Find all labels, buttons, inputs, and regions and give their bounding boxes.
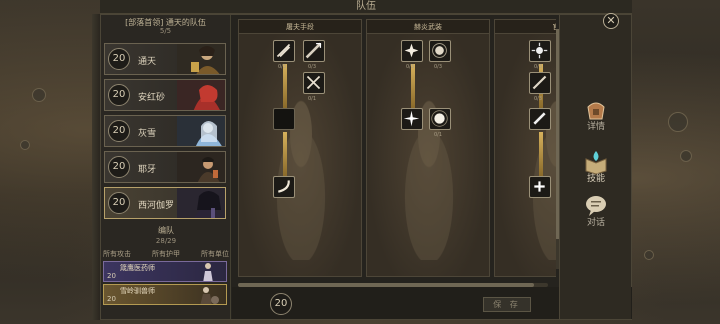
filter-unit[interactable]: 所有单位 bbox=[201, 249, 229, 259]
side-menu: 详情 技能 对话 bbox=[559, 15, 631, 319]
side-tab-skills[interactable]: 技能 bbox=[560, 149, 632, 191]
skill-points: 0/3 bbox=[434, 64, 443, 70]
hero-name: 灰雪 bbox=[138, 129, 157, 139]
skill-points: 0/3 bbox=[278, 64, 287, 70]
strike-icon[interactable]: 0/3 bbox=[529, 72, 551, 102]
team-sidebar: [部落首领] 通天的队伍 5/5 20 通天 20 安红砂 20 灰雪 20 耶… bbox=[101, 15, 231, 319]
skill-column-title: 官 bbox=[495, 20, 556, 34]
team-panel: [部落首领] 通天的队伍 5/5 20 通天 20 安红砂 20 灰雪 20 耶… bbox=[100, 14, 632, 320]
column-backdrop bbox=[515, 80, 556, 260]
blade-icon[interactable] bbox=[529, 108, 551, 130]
hero-card-xihejialuo[interactable]: 20 西河伽罗 bbox=[104, 187, 226, 219]
skill-points: 0/1 bbox=[434, 132, 443, 138]
window-title: 队伍 bbox=[100, 0, 632, 14]
roster-title: 编队 bbox=[158, 226, 174, 235]
hero-portrait bbox=[177, 152, 225, 182]
locked-slot-icon[interactable] bbox=[273, 108, 295, 130]
hero-portrait bbox=[177, 80, 225, 110]
spear-thrust-icon[interactable]: 0/3 bbox=[303, 40, 325, 70]
unit-figure bbox=[200, 287, 219, 304]
side-tab-dialogue[interactable]: 对话 bbox=[560, 193, 632, 235]
roster-count: 28/29 bbox=[155, 237, 177, 245]
skill-points: 0/1 bbox=[308, 96, 317, 102]
hero-level-badge: 20 bbox=[108, 192, 130, 214]
skill-column-title: 屠夫手段 bbox=[239, 20, 361, 34]
save-button[interactable]: 保 存 bbox=[483, 297, 531, 312]
column-backdrop bbox=[387, 80, 471, 260]
skill-points: 0/3 bbox=[406, 64, 415, 70]
filter-attack[interactable]: 所有攻击 bbox=[103, 249, 131, 259]
filter-armor[interactable]: 所有护甲 bbox=[152, 249, 180, 259]
hero-portrait bbox=[177, 188, 225, 218]
team-header: [部落首领] 通天的队伍 5/5 bbox=[101, 15, 230, 39]
hero-level-badge: 20 bbox=[108, 48, 130, 70]
hero-card-huixue[interactable]: 20 灰雪 bbox=[104, 115, 226, 147]
radiant-icon[interactable]: 0/3 bbox=[529, 40, 551, 70]
skill-tree-area: 屠夫手段 0/3 0/3 0/1 赫炎武装 0/3 0/3 0/1 0/3 0/… bbox=[238, 19, 556, 279]
glowing-orb-icon[interactable]: 0/1 bbox=[429, 108, 451, 138]
skill-column-title: 赫炎武装 bbox=[367, 20, 489, 34]
unit-name: 箴鹰医药师 bbox=[120, 264, 155, 272]
hero-name: 耶牙 bbox=[138, 165, 157, 175]
roster-unit-healer[interactable]: 箴鹰医药师 20 bbox=[103, 261, 227, 282]
hero-name: 安红砂 bbox=[138, 93, 166, 103]
plus-burst-icon[interactable] bbox=[529, 176, 551, 198]
fire-spark-icon[interactable]: 0/3 bbox=[429, 40, 451, 70]
skill-points: 0/3 bbox=[534, 96, 543, 102]
skill-link bbox=[411, 64, 415, 108]
skill-link bbox=[283, 64, 287, 108]
hero-card-anhongsha[interactable]: 20 安红砂 bbox=[104, 79, 226, 111]
skill-column-third: 官 0/3 0/3 bbox=[494, 19, 556, 277]
side-tab-label: 详情 bbox=[586, 122, 605, 132]
hero-name: 西河伽罗 bbox=[138, 201, 175, 211]
skill-points: 0/3 bbox=[534, 64, 543, 70]
close-button[interactable]: ✕ bbox=[603, 13, 619, 29]
selected-hero-level: 20 bbox=[270, 293, 292, 315]
close-icon: ✕ bbox=[606, 14, 616, 27]
panel-left-frame bbox=[92, 14, 100, 320]
hero-portrait bbox=[177, 116, 225, 146]
team-count: 5/5 bbox=[159, 27, 172, 35]
column-backdrop bbox=[259, 80, 343, 260]
hero-card-tongtian[interactable]: 20 通天 bbox=[104, 43, 226, 75]
hero-portrait bbox=[177, 44, 225, 74]
unit-name: 雪岭驯兽师 bbox=[120, 287, 155, 295]
unit-level: 20 bbox=[107, 295, 116, 303]
starburst-icon[interactable] bbox=[401, 108, 423, 130]
hero-level-badge: 20 bbox=[108, 84, 130, 106]
side-tab-label: 对话 bbox=[586, 218, 605, 228]
hero-name: 通天 bbox=[138, 57, 157, 67]
hero-level-badge: 20 bbox=[108, 156, 130, 178]
unit-level: 20 bbox=[107, 272, 116, 280]
blade-slash-icon[interactable]: 0/3 bbox=[273, 40, 295, 70]
crescent-slash-icon[interactable] bbox=[273, 176, 295, 198]
skill-link bbox=[539, 132, 543, 176]
flame-burst-icon[interactable]: 0/3 bbox=[401, 40, 423, 70]
team-title: [部落首领] 通天的队伍 bbox=[125, 18, 206, 27]
skill-link bbox=[283, 132, 287, 176]
hero-card-yeya[interactable]: 20 耶牙 bbox=[104, 151, 226, 183]
side-tab-details[interactable]: 详情 bbox=[560, 97, 632, 139]
unit-figure bbox=[203, 263, 213, 281]
skill-column-flame: 赫炎武装 0/3 0/3 0/1 bbox=[366, 19, 490, 277]
hero-level-badge: 20 bbox=[108, 120, 130, 142]
roster-header: 编队 28/29 bbox=[101, 225, 231, 245]
roster-unit-tamer[interactable]: 雪岭驯兽师 20 bbox=[103, 284, 227, 305]
side-tab-label: 技能 bbox=[586, 174, 605, 184]
blade-cross-icon[interactable]: 0/1 bbox=[303, 72, 325, 102]
skill-column-butcher: 屠夫手段 0/3 0/3 0/1 bbox=[238, 19, 362, 277]
skill-points: 0/3 bbox=[308, 64, 317, 70]
roster-filters: 所有攻击 所有护甲 所有单位 bbox=[103, 249, 229, 259]
